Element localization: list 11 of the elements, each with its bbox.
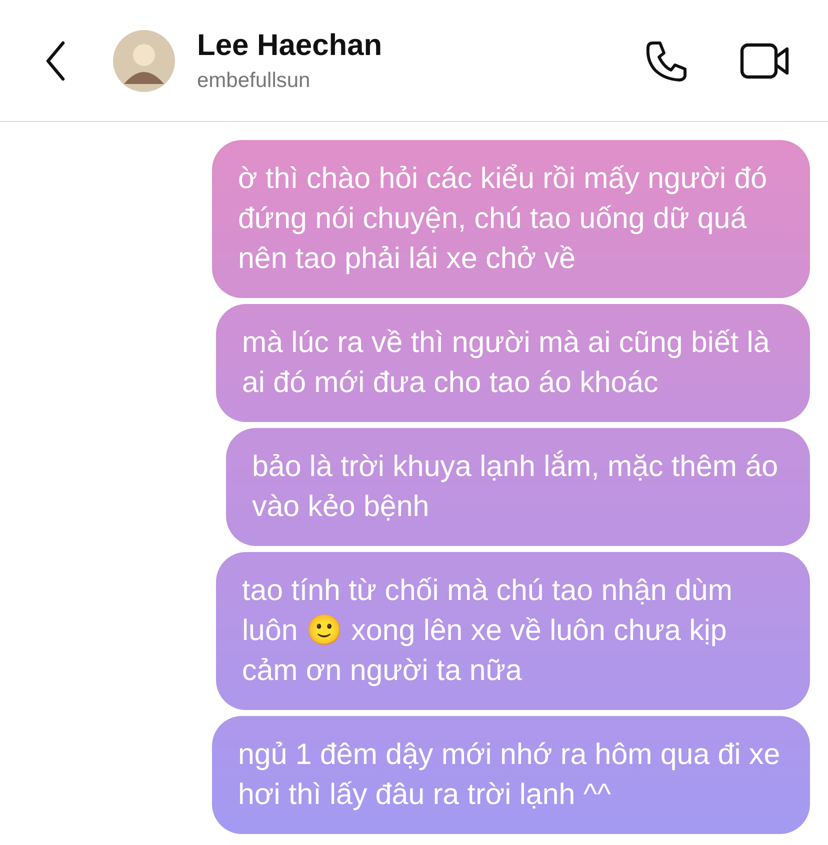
message-bubble: tao tính từ chối mà chú tao nhận dùm luôn 🙂 xong lên xe về luôn chưa kịp cảm ơn người ta nữa	[216, 552, 810, 710]
username: embefullsun	[197, 68, 312, 92]
contact-name: Lee Haechan	[197, 28, 384, 62]
message-bubble: mà lúc ra về thì người mà ai cũng biết là ai đó mới đưa cho tao áo khoác	[216, 304, 810, 422]
phone-icon[interactable]	[644, 38, 688, 82]
message-bubble: ờ thì chào hỏi các kiểu rồi mấy người đó đứng nói chuyện, chú tao uống dữ quá nên tao phải lái xe chở về	[212, 140, 810, 298]
video-call-icon[interactable]	[740, 40, 790, 80]
message-bubble: ngủ 1 đêm dậy mới nhớ ra hôm qua đi xe hơi thì lấy đâu ra trời lạnh ^^	[212, 716, 810, 834]
message-bubble: bảo là trời khuya lạnh lắm, mặc thêm áo vào kẻo bệnh	[226, 428, 810, 546]
avatar[interactable]	[113, 30, 175, 92]
back-icon[interactable]	[45, 40, 65, 80]
